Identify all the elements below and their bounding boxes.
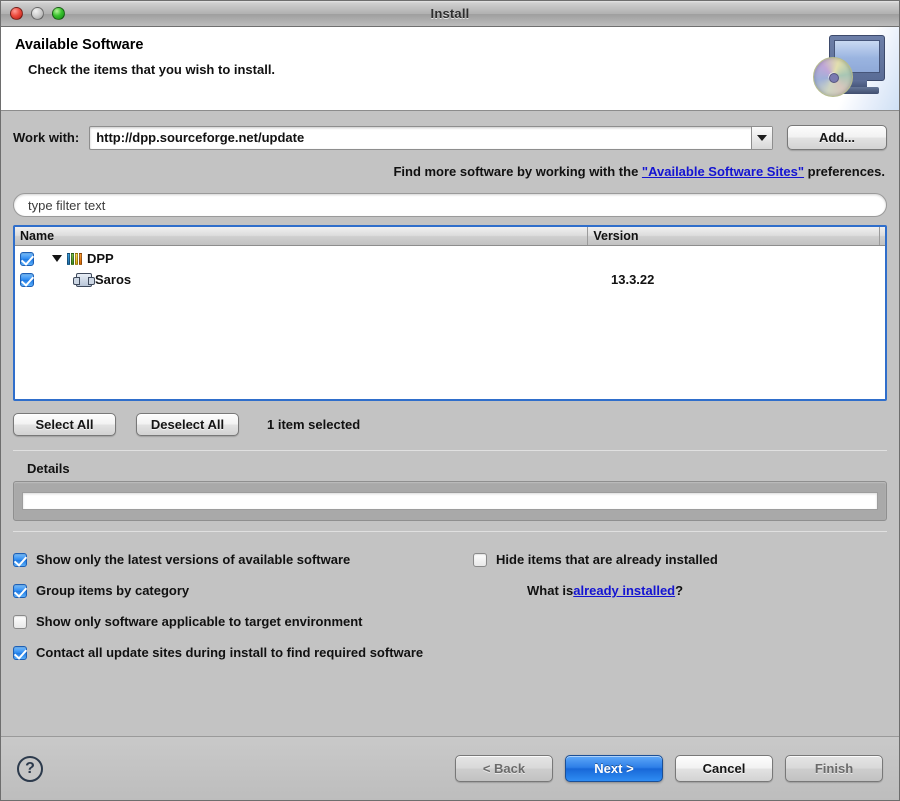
column-header-name[interactable]: Name: [15, 227, 588, 245]
options-left-column: Show only the latest versions of availab…: [13, 544, 463, 668]
row-checkbox-dpp[interactable]: [20, 252, 34, 266]
dialog-content: Work with: http://dpp.sourceforge.net/up…: [1, 111, 899, 736]
column-header-extra[interactable]: [880, 227, 885, 245]
label-contact-update-sites: Contact all update sites during install …: [36, 645, 423, 660]
chevron-down-icon[interactable]: [52, 255, 62, 262]
checkbox-contact-update-sites[interactable]: [13, 646, 27, 660]
option-group-by-category[interactable]: Group items by category: [13, 575, 463, 606]
what-is-suffix: ?: [675, 583, 683, 598]
details-text: [22, 492, 878, 510]
chevron-down-icon[interactable]: [751, 127, 772, 149]
option-hide-installed[interactable]: Hide items that are already installed: [473, 544, 887, 575]
table-row[interactable]: Saros 13.3.22: [15, 269, 885, 290]
column-header-version[interactable]: Version: [588, 227, 880, 245]
tree-rows: DPP Saros 13.3.22: [15, 246, 885, 399]
deselect-all-button[interactable]: Deselect All: [136, 413, 239, 436]
separator: [13, 450, 887, 451]
label-group-by-category: Group items by category: [36, 583, 189, 598]
work-with-input[interactable]: http://dpp.sourceforge.net/update: [90, 127, 751, 149]
row-version-saros: 13.3.22: [611, 272, 654, 287]
work-with-combo[interactable]: http://dpp.sourceforge.net/update: [89, 126, 773, 150]
details-group: Details: [13, 461, 887, 521]
already-installed-link[interactable]: already installed: [573, 583, 675, 598]
what-is-already-installed-text: What is already installed?: [473, 575, 887, 606]
install-dialog-window: Install Available Software Check the ite…: [0, 0, 900, 801]
window-title: Install: [1, 6, 899, 21]
checkbox-group-by-category[interactable]: [13, 584, 27, 598]
row-name-dpp: DPP: [87, 251, 114, 266]
checkbox-target-environment[interactable]: [13, 615, 27, 629]
label-show-latest-versions: Show only the latest versions of availab…: [36, 552, 350, 567]
footer-buttons: < Back Next > Cancel Finish: [455, 755, 883, 782]
cd-disc-icon: [813, 57, 853, 97]
find-more-suffix: preferences.: [804, 164, 885, 179]
details-frame: [13, 481, 887, 521]
checkbox-hide-installed[interactable]: [473, 553, 487, 567]
separator: [13, 531, 887, 532]
select-all-button[interactable]: Select All: [13, 413, 116, 436]
work-with-row: Work with: http://dpp.sourceforge.net/up…: [13, 125, 887, 150]
available-software-sites-link[interactable]: "Available Software Sites": [642, 164, 804, 179]
page-title: Available Software: [15, 37, 887, 53]
finish-button[interactable]: Finish: [785, 755, 883, 782]
option-contact-update-sites[interactable]: Contact all update sites during install …: [13, 637, 463, 668]
next-button[interactable]: Next >: [565, 755, 663, 782]
help-question-icon[interactable]: ?: [17, 756, 43, 782]
details-label: Details: [13, 461, 887, 476]
title-bar: Install: [1, 1, 899, 27]
monitor-with-cd-icon: [799, 27, 899, 110]
plugin-icon: [76, 273, 92, 287]
add-site-button[interactable]: Add...: [787, 125, 887, 150]
filter-input[interactable]: type filter text: [13, 193, 887, 217]
software-tree[interactable]: Name Version DPP: [13, 225, 887, 401]
table-row[interactable]: DPP: [15, 248, 885, 269]
find-more-software-text: Find more software by working with the "…: [13, 164, 887, 179]
dialog-footer: ? < Back Next > Cancel Finish: [1, 736, 899, 800]
find-more-prefix: Find more software by working with the: [393, 164, 641, 179]
page-subtitle: Check the items that you wish to install…: [15, 62, 887, 77]
cancel-button[interactable]: Cancel: [675, 755, 773, 782]
work-with-label: Work with:: [13, 130, 79, 145]
checkbox-show-latest-versions[interactable]: [13, 553, 27, 567]
row-checkbox-saros[interactable]: [20, 273, 34, 287]
option-target-environment[interactable]: Show only software applicable to target …: [13, 606, 463, 637]
row-name-saros: Saros: [95, 272, 131, 287]
selected-count-label: 1 item selected: [267, 417, 360, 432]
back-button[interactable]: < Back: [455, 755, 553, 782]
tree-column-headers: Name Version: [15, 227, 885, 246]
options-right-column: Hide items that are already installed Wh…: [463, 544, 887, 668]
what-is-prefix: What is: [527, 583, 573, 598]
options-area: Show only the latest versions of availab…: [13, 544, 887, 668]
option-show-latest-versions[interactable]: Show only the latest versions of availab…: [13, 544, 463, 575]
selection-controls: Select All Deselect All 1 item selected: [13, 413, 887, 436]
dialog-banner: Available Software Check the items that …: [1, 27, 899, 111]
category-bars-icon: [67, 253, 82, 265]
label-hide-installed: Hide items that are already installed: [496, 552, 718, 567]
label-target-environment: Show only software applicable to target …: [36, 614, 363, 629]
